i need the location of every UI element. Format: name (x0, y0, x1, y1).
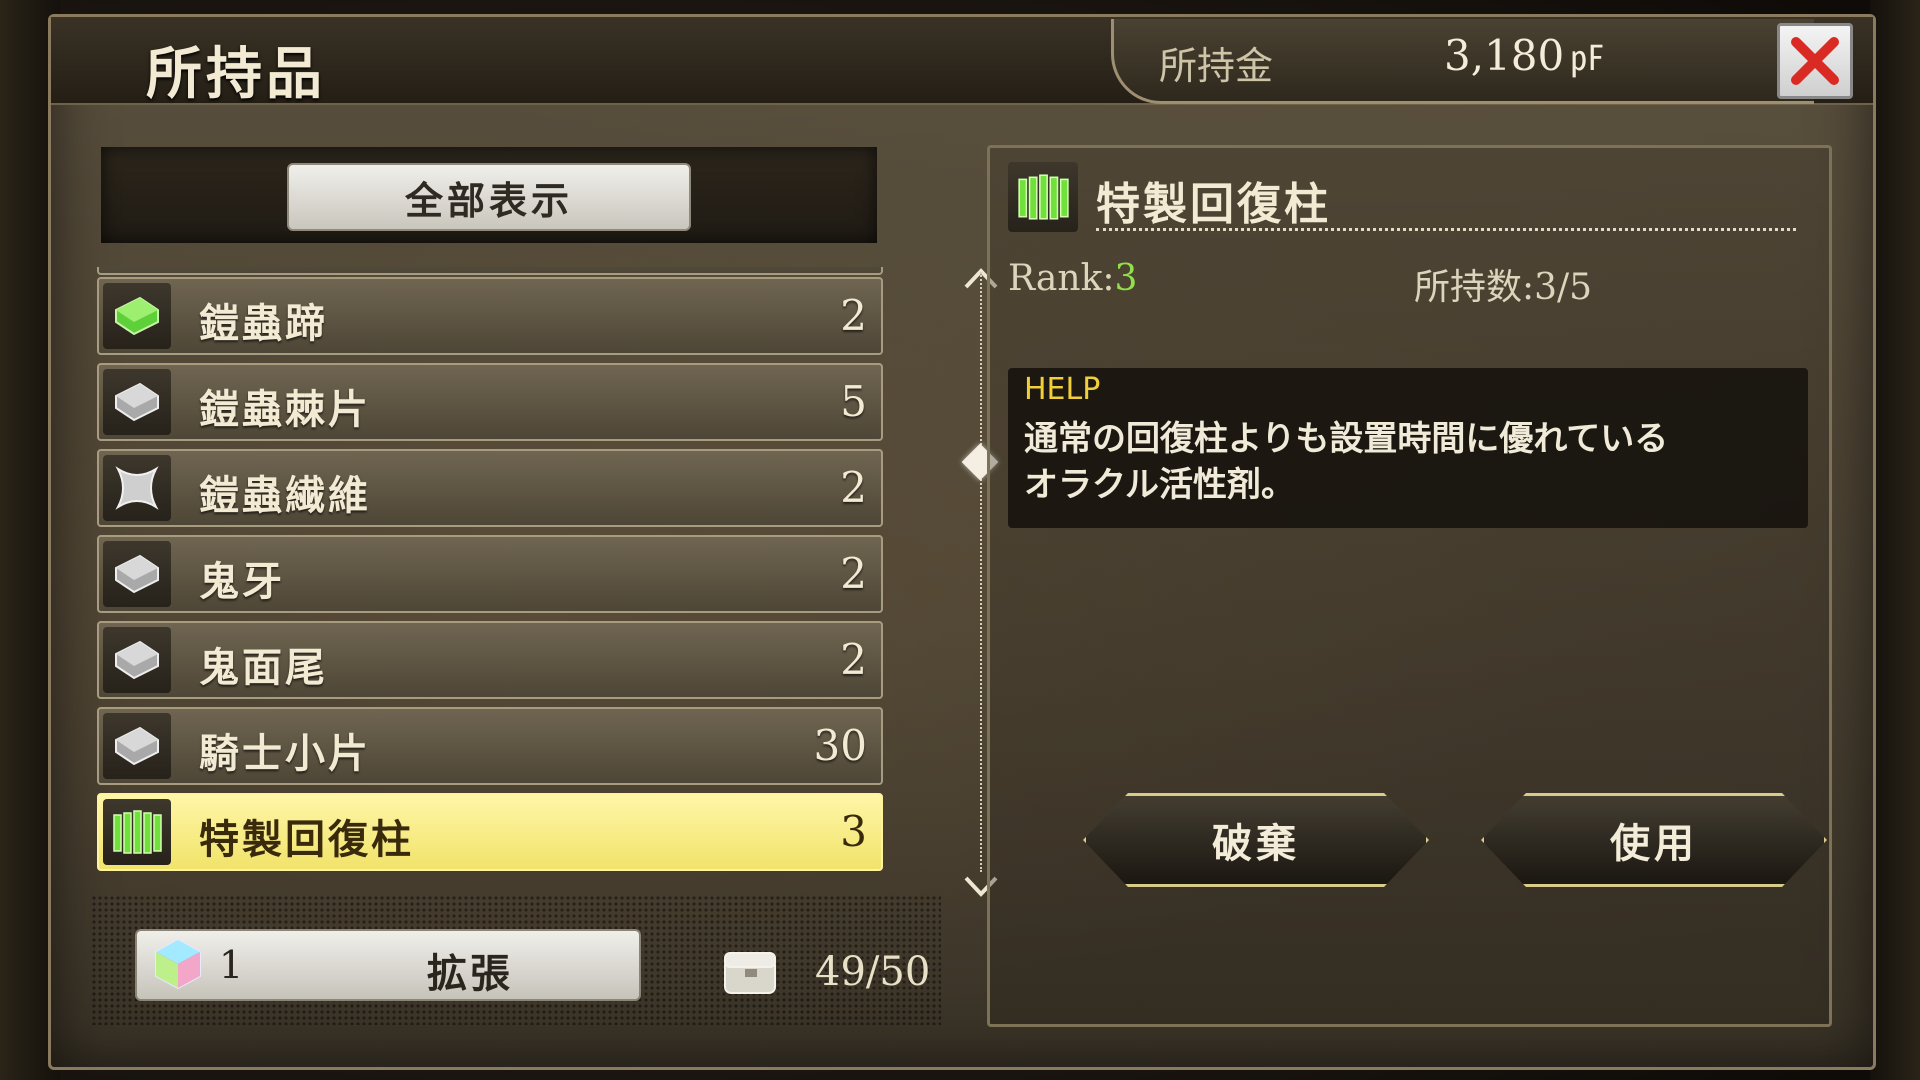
item-count: 2 (840, 463, 867, 512)
show-all-button[interactable]: 全部表示 (287, 163, 691, 231)
silver-ingot-icon (103, 713, 171, 779)
item-count: 30 (813, 721, 867, 770)
list-header: 全部表示 (101, 147, 877, 243)
item-rank: Rank:3 (1008, 258, 1137, 299)
item-name: 鎧蟲蹄 (199, 300, 328, 347)
item-count: 3 (840, 807, 867, 856)
silver-ingot-icon (103, 627, 171, 693)
help-title: HELP (1024, 372, 1101, 407)
help-text: 通常の回復柱よりも設置時間に優れている オラクル活性剤。 (1024, 416, 1794, 508)
item-count: 2 (840, 291, 867, 340)
item-name: 騎士小片 (199, 730, 371, 777)
item-name: 鬼面尾 (199, 644, 328, 691)
fiber-icon (103, 455, 171, 521)
inventory-window: 所持品 所持金 3,180 ㎊ 全部表示 鎧蟲蹄 2 鎧蟲棘片 5 鎧蟲繊維 2… (48, 14, 1876, 1070)
discard-button[interactable]: 破棄 (1083, 793, 1429, 887)
item-count: 5 (840, 377, 867, 426)
list-item[interactable]: 鎧蟲蹄 2 (97, 277, 883, 355)
item-name: 鎧蟲棘片 (199, 386, 371, 433)
item-detail-panel: 特製回復柱 Rank:3 所持数:3/5 HELP 通常の回復柱よりも設置時間に… (987, 145, 1832, 1027)
money-label: 所持金 (1159, 44, 1274, 88)
rank-value: 3 (1114, 258, 1138, 299)
background-right (1870, 0, 1920, 1080)
help-box: HELP 通常の回復柱よりも設置時間に優れている オラクル活性剤。 (1008, 368, 1808, 528)
use-button[interactable]: 使用 (1481, 793, 1827, 887)
list-item[interactable]: 鬼面尾 2 (97, 621, 883, 699)
storage-box-icon (724, 952, 776, 994)
item-list: 鎧蟲蹄 2 鎧蟲棘片 5 鎧蟲繊維 2 鬼牙 2 鬼面尾 2 騎士小片 30 特… (97, 267, 887, 882)
detail-item-name: 特製回復柱 (1096, 179, 1331, 230)
money-panel: 所持金 3,180 ㎊ (1111, 19, 1814, 104)
crystal-cube-icon (155, 938, 201, 990)
list-item[interactable]: 鬼牙 2 (97, 535, 883, 613)
help-line: オラクル活性剤。 (1024, 465, 1295, 505)
expand-label: 拡張 (427, 950, 513, 997)
item-name: 鎧蟲繊維 (199, 472, 371, 519)
item-count: 2 (840, 635, 867, 684)
owned-count: 所持数:3/5 (1414, 267, 1593, 308)
money-value: 3,180 ㎊ (1444, 31, 1604, 80)
silver-ingot-icon (103, 541, 171, 607)
money-amount: 3,180 (1444, 31, 1565, 80)
divider (1096, 228, 1796, 231)
recovery-pillar-icon (1008, 162, 1078, 232)
item-count: 2 (840, 549, 867, 598)
list-item-selected[interactable]: 特製回復柱 3 (97, 793, 883, 871)
list-item[interactable]: 鎧蟲棘片 5 (97, 363, 883, 441)
rank-label: Rank: (1008, 258, 1115, 299)
recovery-pillar-icon (103, 799, 171, 865)
gem-count: 1 (219, 943, 244, 987)
scrollbar-track[interactable] (980, 272, 982, 872)
window-title: 所持品 (146, 41, 326, 107)
inventory-capacity: 49/50 (815, 949, 931, 995)
close-button[interactable] (1777, 23, 1853, 99)
item-name: 特製回復柱 (199, 816, 414, 863)
help-line: 通常の回復柱よりも設置時間に優れている (1024, 419, 1669, 459)
item-name: 鬼牙 (199, 558, 285, 605)
silver-ingot-icon (103, 369, 171, 435)
list-item-partial[interactable] (97, 267, 883, 275)
expand-button[interactable]: 1 拡張 (135, 929, 641, 1001)
title-bar: 所持品 所持金 3,180 ㎊ (51, 17, 1873, 107)
money-unit: ㎊ (1570, 39, 1605, 79)
list-item[interactable]: 騎士小片 30 (97, 707, 883, 785)
green-ingot-icon (103, 283, 171, 349)
close-icon (1791, 37, 1839, 85)
list-item[interactable]: 鎧蟲繊維 2 (97, 449, 883, 527)
